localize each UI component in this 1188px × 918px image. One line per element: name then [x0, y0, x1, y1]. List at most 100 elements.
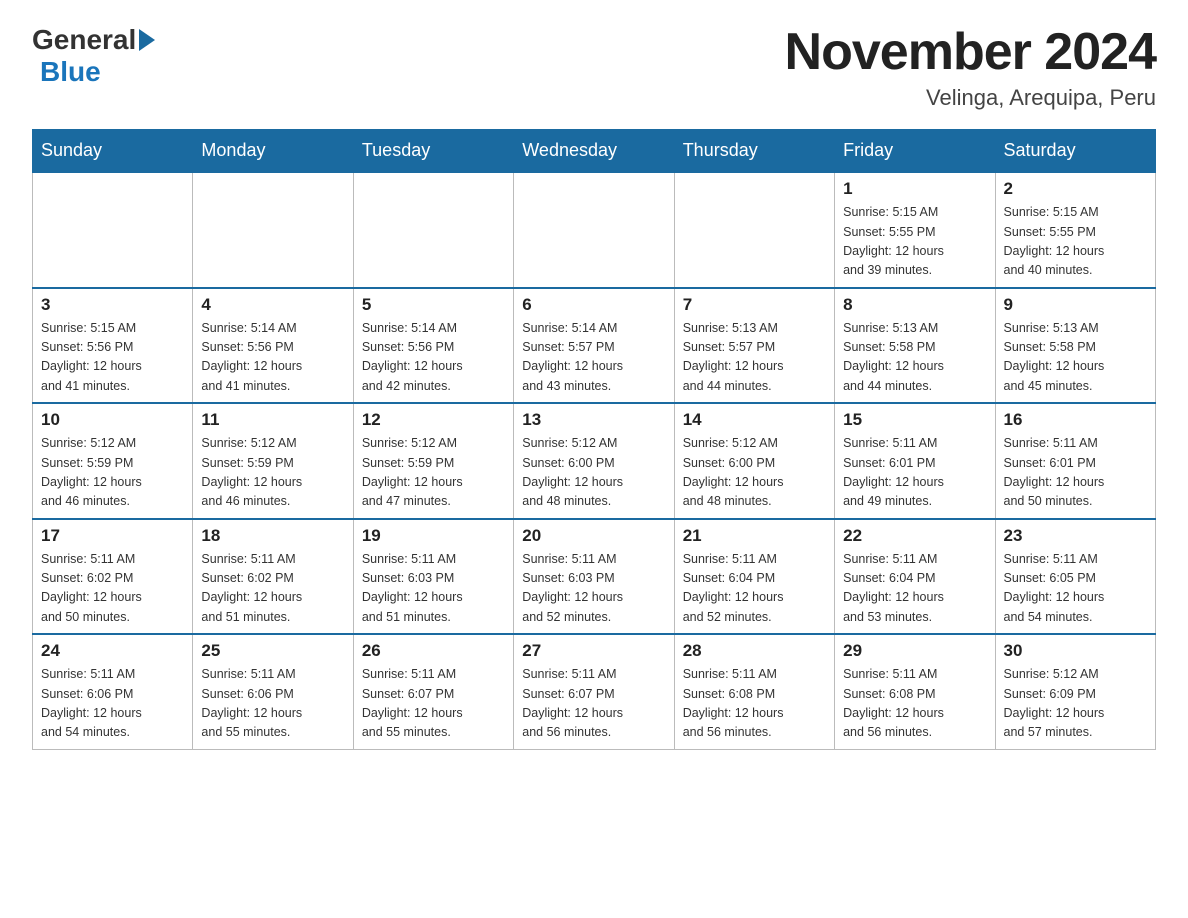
calendar-cell: 24 Sunrise: 5:11 AMSunset: 6:06 PMDayligh… [33, 634, 193, 749]
day-info: Sunrise: 5:11 AMSunset: 6:08 PMDaylight:… [843, 665, 986, 743]
day-info: Sunrise: 5:12 AMSunset: 5:59 PMDaylight:… [362, 434, 505, 512]
calendar-cell: 13 Sunrise: 5:12 AMSunset: 6:00 PMDayligh… [514, 403, 674, 519]
day-info: Sunrise: 5:13 AMSunset: 5:57 PMDaylight:… [683, 319, 826, 397]
calendar-cell: 15 Sunrise: 5:11 AMSunset: 6:01 PMDayligh… [835, 403, 995, 519]
calendar-cell: 20Sunrise: 5:11 AMSunset: 6:03 PMDayligh… [514, 519, 674, 635]
calendar-cell: 28Sunrise: 5:11 AMSunset: 6:08 PMDayligh… [674, 634, 834, 749]
day-info: Sunrise: 5:11 AMSunset: 6:03 PMDaylight:… [522, 550, 665, 628]
calendar-header-wednesday: Wednesday [514, 130, 674, 173]
day-info: Sunrise: 5:12 AMSunset: 6:09 PMDaylight:… [1004, 665, 1147, 743]
logo-blue-text: Blue [40, 56, 101, 88]
calendar-cell [353, 172, 513, 288]
calendar-header-monday: Monday [193, 130, 353, 173]
calendar-header-thursday: Thursday [674, 130, 834, 173]
calendar-cell: 14 Sunrise: 5:12 AMSunset: 6:00 PMDayligh… [674, 403, 834, 519]
day-info: Sunrise: 5:12 AMSunset: 5:59 PMDaylight:… [41, 434, 184, 512]
day-number: 29 [843, 641, 986, 661]
calendar-header-saturday: Saturday [995, 130, 1155, 173]
day-info: Sunrise: 5:13 AMSunset: 5:58 PMDaylight:… [1004, 319, 1147, 397]
day-number: 4 [201, 295, 344, 315]
calendar-header-friday: Friday [835, 130, 995, 173]
day-number: 1 [843, 179, 986, 199]
day-info: Sunrise: 5:11 AMSunset: 6:04 PMDaylight:… [843, 550, 986, 628]
calendar-cell [674, 172, 834, 288]
day-info: Sunrise: 5:15 AMSunset: 5:55 PMDaylight:… [1004, 203, 1147, 281]
calendar-cell: 27 Sunrise: 5:11 AMSunset: 6:07 PMDayligh… [514, 634, 674, 749]
day-info: Sunrise: 5:12 AMSunset: 6:00 PMDaylight:… [683, 434, 826, 512]
calendar-cell [193, 172, 353, 288]
day-info: Sunrise: 5:11 AMSunset: 6:05 PMDaylight:… [1004, 550, 1147, 628]
calendar-cell [514, 172, 674, 288]
calendar-cell: 11 Sunrise: 5:12 AMSunset: 5:59 PMDayligh… [193, 403, 353, 519]
day-number: 30 [1004, 641, 1147, 661]
calendar-cell [33, 172, 193, 288]
day-info: Sunrise: 5:11 AMSunset: 6:01 PMDaylight:… [843, 434, 986, 512]
day-info: Sunrise: 5:15 AMSunset: 5:56 PMDaylight:… [41, 319, 184, 397]
calendar-week-row: 17Sunrise: 5:11 AMSunset: 6:02 PMDayligh… [33, 519, 1156, 635]
day-number: 18 [201, 526, 344, 546]
logo-triangle-icon [139, 29, 155, 51]
calendar-cell: 9 Sunrise: 5:13 AMSunset: 5:58 PMDaylight… [995, 288, 1155, 404]
calendar-header-row: SundayMondayTuesdayWednesdayThursdayFrid… [33, 130, 1156, 173]
day-number: 26 [362, 641, 505, 661]
day-info: Sunrise: 5:11 AMSunset: 6:07 PMDaylight:… [362, 665, 505, 743]
day-info: Sunrise: 5:11 AMSunset: 6:03 PMDaylight:… [362, 550, 505, 628]
day-number: 28 [683, 641, 826, 661]
day-number: 9 [1004, 295, 1147, 315]
calendar-cell: 18 Sunrise: 5:11 AMSunset: 6:02 PMDayligh… [193, 519, 353, 635]
day-info: Sunrise: 5:11 AMSunset: 6:02 PMDaylight:… [41, 550, 184, 628]
day-number: 19 [362, 526, 505, 546]
calendar-cell: 25Sunrise: 5:11 AMSunset: 6:06 PMDayligh… [193, 634, 353, 749]
day-info: Sunrise: 5:11 AMSunset: 6:06 PMDaylight:… [41, 665, 184, 743]
calendar-cell: 7 Sunrise: 5:13 AMSunset: 5:57 PMDaylight… [674, 288, 834, 404]
day-number: 12 [362, 410, 505, 430]
day-info: Sunrise: 5:14 AMSunset: 5:56 PMDaylight:… [201, 319, 344, 397]
day-info: Sunrise: 5:13 AMSunset: 5:58 PMDaylight:… [843, 319, 986, 397]
day-info: Sunrise: 5:12 AMSunset: 5:59 PMDaylight:… [201, 434, 344, 512]
calendar-cell: 2 Sunrise: 5:15 AMSunset: 5:55 PMDaylight… [995, 172, 1155, 288]
calendar-cell: 26 Sunrise: 5:11 AMSunset: 6:07 PMDayligh… [353, 634, 513, 749]
day-info: Sunrise: 5:12 AMSunset: 6:00 PMDaylight:… [522, 434, 665, 512]
day-number: 6 [522, 295, 665, 315]
day-info: Sunrise: 5:11 AMSunset: 6:07 PMDaylight:… [522, 665, 665, 743]
calendar-title: November 2024 [785, 24, 1156, 81]
day-info: Sunrise: 5:15 AMSunset: 5:55 PMDaylight:… [843, 203, 986, 281]
calendar-week-row: 1 Sunrise: 5:15 AMSunset: 5:55 PMDaylight… [33, 172, 1156, 288]
calendar-cell: 10 Sunrise: 5:12 AMSunset: 5:59 PMDayligh… [33, 403, 193, 519]
day-info: Sunrise: 5:11 AMSunset: 6:02 PMDaylight:… [201, 550, 344, 628]
day-number: 10 [41, 410, 184, 430]
calendar-cell: 5Sunrise: 5:14 AMSunset: 5:56 PMDaylight… [353, 288, 513, 404]
calendar-cell: 17Sunrise: 5:11 AMSunset: 6:02 PMDayligh… [33, 519, 193, 635]
day-number: 7 [683, 295, 826, 315]
calendar-cell: 19 Sunrise: 5:11 AMSunset: 6:03 PMDayligh… [353, 519, 513, 635]
day-number: 23 [1004, 526, 1147, 546]
calendar-table: SundayMondayTuesdayWednesdayThursdayFrid… [32, 129, 1156, 750]
logo-general-text: General [32, 24, 136, 56]
calendar-cell: 8 Sunrise: 5:13 AMSunset: 5:58 PMDaylight… [835, 288, 995, 404]
day-number: 24 [41, 641, 184, 661]
day-number: 13 [522, 410, 665, 430]
calendar-cell: 16Sunrise: 5:11 AMSunset: 6:01 PMDayligh… [995, 403, 1155, 519]
day-number: 3 [41, 295, 184, 315]
day-number: 11 [201, 410, 344, 430]
calendar-cell: 4 Sunrise: 5:14 AMSunset: 5:56 PMDaylight… [193, 288, 353, 404]
day-number: 15 [843, 410, 986, 430]
calendar-cell: 29 Sunrise: 5:11 AMSunset: 6:08 PMDayligh… [835, 634, 995, 749]
page-header: General Blue November 2024 Velinga, Areq… [32, 24, 1156, 111]
calendar-cell: 30 Sunrise: 5:12 AMSunset: 6:09 PMDayligh… [995, 634, 1155, 749]
day-number: 5 [362, 295, 505, 315]
logo: General Blue [32, 24, 155, 88]
calendar-week-row: 3 Sunrise: 5:15 AMSunset: 5:56 PMDaylight… [33, 288, 1156, 404]
calendar-week-row: 24 Sunrise: 5:11 AMSunset: 6:06 PMDayligh… [33, 634, 1156, 749]
day-number: 8 [843, 295, 986, 315]
calendar-cell: 3 Sunrise: 5:15 AMSunset: 5:56 PMDaylight… [33, 288, 193, 404]
calendar-cell: 1 Sunrise: 5:15 AMSunset: 5:55 PMDaylight… [835, 172, 995, 288]
day-number: 2 [1004, 179, 1147, 199]
day-number: 27 [522, 641, 665, 661]
day-number: 14 [683, 410, 826, 430]
day-number: 22 [843, 526, 986, 546]
day-number: 21 [683, 526, 826, 546]
day-info: Sunrise: 5:14 AMSunset: 5:57 PMDaylight:… [522, 319, 665, 397]
calendar-cell: 12 Sunrise: 5:12 AMSunset: 5:59 PMDayligh… [353, 403, 513, 519]
calendar-title-block: November 2024 Velinga, Arequipa, Peru [785, 24, 1156, 111]
